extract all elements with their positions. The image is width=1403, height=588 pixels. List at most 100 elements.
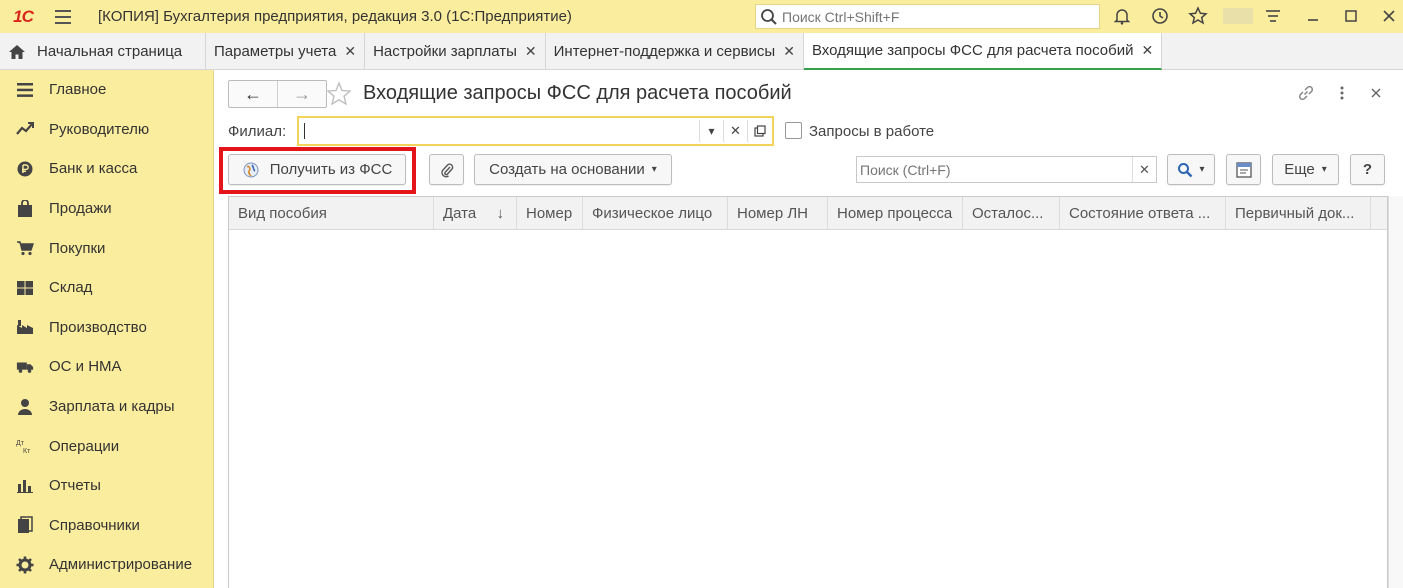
close-icon[interactable]: ✕ — [525, 43, 537, 60]
column-label: Осталос... — [972, 205, 1044, 222]
in-work-checkbox[interactable] — [785, 122, 802, 139]
requests-table[interactable]: Вид пособия Дата ↓ Номер Физическое лицо … — [228, 196, 1388, 588]
sidebar-item-sales[interactable]: Продажи — [0, 189, 213, 229]
report-button[interactable] — [1226, 154, 1261, 185]
more-vertical-icon[interactable] — [1331, 82, 1353, 104]
filial-field[interactable]: ▾ ✕ — [297, 116, 774, 146]
close-window-icon[interactable] — [1377, 5, 1401, 27]
sidebar-item-main[interactable]: Главное — [0, 70, 213, 110]
sections-panel: Главное Руководителю Банк и касса Продаж… — [0, 70, 214, 588]
close-icon[interactable]: ✕ — [344, 43, 356, 60]
factory-icon — [16, 318, 34, 336]
tab-accounting-params[interactable]: Параметры учета ✕ — [206, 33, 366, 70]
back-arrow-icon[interactable]: ← — [229, 81, 277, 107]
settings-menu-icon[interactable] — [1261, 5, 1285, 27]
sidebar-item-production[interactable]: Производство — [0, 308, 213, 348]
sidebar-item-label: Отчеты — [49, 477, 101, 495]
sidebar-item-label: Производство — [49, 318, 147, 336]
sidebar-item-label: Справочники — [49, 516, 140, 534]
sidebar-item-label: Продажи — [49, 200, 112, 218]
more-button[interactable]: Еще ▾ — [1272, 154, 1339, 185]
add-to-favorites-star-icon[interactable] — [324, 80, 354, 108]
tab-salary-settings[interactable]: Настройки зарплаты ✕ — [365, 33, 546, 70]
global-search[interactable] — [755, 4, 1100, 29]
history-icon[interactable] — [1148, 5, 1172, 27]
column-header[interactable]: Физическое лицо — [583, 197, 728, 230]
sidebar-item-label: Главное — [49, 81, 107, 99]
sidebar-item-references[interactable]: Справочники — [0, 506, 213, 546]
attachment-button[interactable] — [429, 154, 464, 185]
trend-icon — [16, 120, 34, 138]
button-label: ? — [1362, 161, 1373, 178]
favorites-icon[interactable] — [1186, 5, 1210, 27]
1c-logo: 1С — [0, 0, 46, 33]
link-icon[interactable] — [1295, 82, 1317, 104]
column-header[interactable]: Номер процесса — [828, 197, 963, 230]
svg-text:Кт: Кт — [23, 448, 31, 455]
clear-icon[interactable]: ✕ — [723, 120, 747, 142]
column-label: Физическое лицо — [592, 205, 713, 222]
close-icon[interactable]: ✕ — [783, 43, 795, 60]
sidebar-item-administration[interactable]: Администрирование — [0, 545, 213, 585]
main-menu-icon[interactable] — [46, 0, 80, 33]
clear-search-icon[interactable]: ✕ — [1132, 157, 1156, 182]
sidebar-item-label: Администрирование — [49, 556, 193, 574]
column-header[interactable]: Номер ЛН — [728, 197, 828, 230]
bar-chart-icon — [16, 477, 34, 495]
minimize-icon[interactable] — [1301, 5, 1325, 27]
logo-text: 1С — [13, 6, 34, 26]
open-tabs-bar: Начальная страница Параметры учета ✕ Нас… — [0, 33, 1403, 70]
tab-label: Настройки зарплаты — [373, 43, 517, 60]
sidebar-item-salary-hr[interactable]: Зарплата и кадры — [0, 387, 213, 427]
sidebar-item-reports[interactable]: Отчеты — [0, 466, 213, 506]
dropdown-arrow-icon[interactable]: ▾ — [699, 120, 723, 142]
sidebar-item-purchases[interactable]: Покупки — [0, 228, 213, 268]
tab-label: Параметры учета — [214, 43, 337, 60]
sidebar-item-bank[interactable]: Банк и касса — [0, 149, 213, 189]
column-header[interactable]: Первичный док... — [1226, 197, 1371, 230]
maximize-icon[interactable] — [1339, 5, 1363, 27]
bag-icon — [16, 199, 34, 218]
fss-globe-icon — [243, 162, 259, 177]
list-search[interactable]: ✕ — [856, 156, 1157, 183]
column-label: Первичный док... — [1235, 205, 1355, 222]
home-icon — [8, 44, 26, 60]
in-work-label: Запросы в работе — [809, 123, 935, 140]
create-based-on-button[interactable]: Создать на основании ▾ — [474, 154, 672, 185]
close-icon[interactable]: ✕ — [1141, 42, 1153, 59]
column-label: Номер ЛН — [737, 205, 809, 222]
tab-home[interactable]: Начальная страница — [0, 33, 206, 70]
get-from-fss-button[interactable]: Получить из ФСС — [228, 154, 406, 185]
close-form-icon[interactable] — [1365, 82, 1387, 104]
books-icon — [16, 516, 34, 534]
column-header[interactable]: Дата ↓ — [434, 197, 517, 230]
tab-fss-requests[interactable]: Входящие запросы ФСС для расчета пособий… — [803, 33, 1163, 70]
column-header[interactable]: Номер — [517, 197, 583, 230]
sidebar-item-operations[interactable]: Дт Кт Операции — [0, 426, 213, 466]
column-header[interactable]: Вид пособия — [229, 197, 434, 230]
help-button[interactable]: ? — [1350, 154, 1385, 185]
column-header[interactable]: Осталос... — [963, 197, 1060, 230]
title-bar: 1С [КОПИЯ] Бухгалтерия предприятия, реда… — [0, 0, 1403, 33]
global-search-input[interactable] — [782, 8, 1082, 25]
sidebar-item-director[interactable]: Руководителю — [0, 110, 213, 150]
sidebar-item-warehouse[interactable]: Склад — [0, 268, 213, 308]
open-icon[interactable] — [747, 120, 771, 142]
bell-icon[interactable] — [1110, 5, 1134, 27]
button-label: Еще — [1284, 161, 1315, 178]
form-area: ← → Входящие запросы ФСС для расчета пос… — [214, 70, 1403, 588]
sidebar-item-fixed-assets[interactable]: ОС и НМА — [0, 347, 213, 387]
sort-desc-icon: ↓ — [496, 205, 505, 222]
button-label: Создать на основании — [489, 161, 645, 178]
history-nav: ← → — [228, 80, 327, 108]
search-icon — [761, 8, 777, 25]
forward-arrow-icon[interactable]: → — [277, 81, 326, 107]
report-icon — [1235, 161, 1252, 178]
tab-internet-support[interactable]: Интернет-поддержка и сервисы ✕ — [546, 33, 804, 70]
search-input[interactable] — [857, 161, 1127, 178]
scrollbar[interactable] — [1388, 196, 1403, 588]
search-options-button[interactable]: ▾ — [1167, 154, 1215, 185]
coin-icon — [16, 160, 34, 178]
column-header[interactable]: Состояние ответа ... — [1060, 197, 1226, 230]
user-avatar[interactable] — [1223, 8, 1253, 24]
